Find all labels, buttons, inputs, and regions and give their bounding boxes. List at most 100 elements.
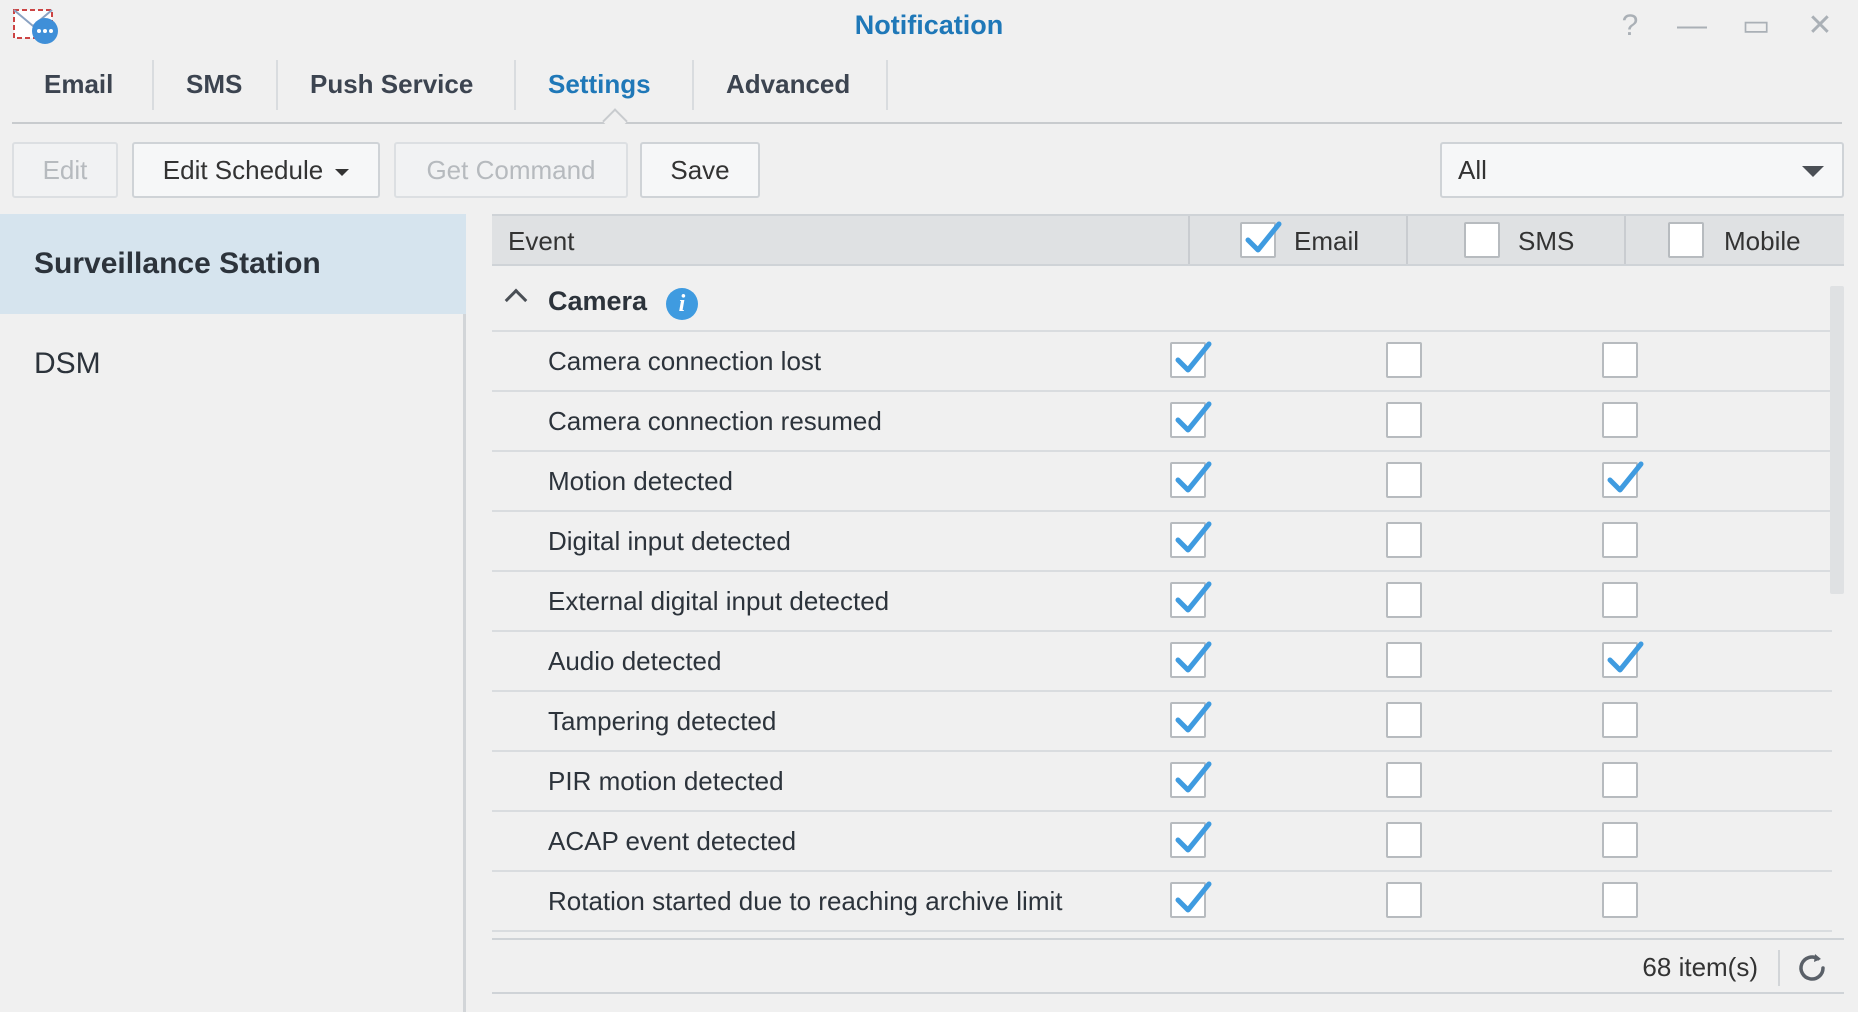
table-row[interactable]: Digital input detected	[492, 512, 1832, 572]
table-row[interactable]: Tampering detected	[492, 692, 1832, 752]
sms-checkbox[interactable]	[1386, 702, 1422, 738]
email-checkbox[interactable]	[1170, 821, 1212, 858]
table-row[interactable]: External digital input detected	[492, 572, 1832, 632]
table-row[interactable]: Motion detected	[492, 452, 1832, 512]
column-divider	[1624, 216, 1626, 264]
info-icon[interactable]: i	[666, 288, 698, 320]
checkmark-icon	[1175, 521, 1212, 553]
sms-checkbox[interactable]	[1386, 822, 1422, 858]
close-icon[interactable]: ✕	[1802, 8, 1838, 44]
email-checkbox[interactable]	[1170, 881, 1212, 918]
tab-email[interactable]: Email	[12, 58, 145, 110]
mobile-checkbox[interactable]	[1602, 641, 1644, 678]
table-row[interactable]: Rotation started due to reaching archive…	[492, 872, 1832, 932]
help-icon[interactable]: ?	[1612, 8, 1648, 44]
filter-select[interactable]: All	[1440, 142, 1844, 198]
mobile-checkbox[interactable]	[1602, 762, 1638, 798]
chevron-up-icon[interactable]	[504, 288, 528, 312]
event-label: Camera connection lost	[548, 346, 822, 376]
table-row[interactable]: Camera connection lost	[492, 332, 1832, 392]
sms-checkbox[interactable]	[1386, 522, 1422, 558]
mobile-checkbox[interactable]	[1602, 402, 1638, 438]
filter-select-value: All	[1458, 154, 1487, 185]
sms-checkbox[interactable]	[1386, 342, 1422, 378]
checkmark-icon	[1607, 641, 1644, 673]
column-divider	[1188, 216, 1190, 264]
event-label: ACAP event detected	[548, 826, 797, 856]
grid-footer: 68 item(s)	[492, 938, 1844, 994]
mobile-checkbox[interactable]	[1602, 582, 1638, 618]
dropdown-arrow-icon	[1802, 166, 1824, 177]
sms-checkbox[interactable]	[1386, 462, 1422, 498]
event-label: Motion detected	[548, 466, 734, 496]
grid-header: Event Email SMS Mobile	[492, 214, 1844, 266]
column-header-event[interactable]: Event	[508, 226, 575, 257]
event-label: External digital input detected	[548, 586, 890, 616]
tab-bar: Email SMS Push Service Settings Advanced	[12, 58, 1842, 134]
refresh-icon[interactable]	[1794, 950, 1830, 986]
column-header-sms: SMS	[1518, 226, 1575, 256]
email-checkbox[interactable]	[1170, 461, 1212, 498]
sms-checkbox[interactable]	[1386, 882, 1422, 918]
mobile-checkbox[interactable]	[1602, 461, 1644, 498]
edit-button[interactable]: Edit	[12, 142, 118, 198]
event-label: Camera connection resumed	[548, 406, 882, 436]
select-all-mobile-checkbox[interactable]	[1668, 222, 1704, 258]
active-tab-indicator	[602, 108, 628, 134]
sidebar-item-surveillance-station[interactable]: Surveillance Station	[0, 214, 466, 314]
sms-checkbox[interactable]	[1386, 402, 1422, 438]
get-command-button[interactable]: Get Command	[394, 142, 628, 198]
email-checkbox[interactable]	[1170, 401, 1212, 438]
column-header-email: Email	[1294, 226, 1360, 256]
checkmark-icon	[1175, 581, 1212, 613]
checkmark-icon	[1175, 881, 1212, 913]
minimize-icon[interactable]: —	[1674, 8, 1710, 44]
tab-push-service[interactable]: Push Service	[278, 58, 505, 110]
checkmark-icon	[1175, 641, 1212, 673]
event-label: Rotation started due to reaching archive…	[548, 886, 1063, 916]
item-count: 68 item(s)	[1642, 952, 1758, 982]
maximize-icon[interactable]: ▭	[1738, 8, 1774, 44]
event-label: Digital input detected	[548, 526, 791, 556]
tab-settings[interactable]: Settings	[516, 58, 683, 110]
sms-checkbox[interactable]	[1386, 762, 1422, 798]
mobile-checkbox[interactable]	[1602, 822, 1638, 858]
sidebar: Surveillance Station DSM	[0, 214, 466, 1012]
event-grid: Camera i Camera connection lost Camera co…	[492, 272, 1844, 932]
checkmark-icon	[1607, 461, 1644, 493]
checkmark-icon	[1175, 461, 1212, 493]
sms-checkbox[interactable]	[1386, 642, 1422, 678]
mobile-checkbox[interactable]	[1602, 882, 1638, 918]
sms-checkbox[interactable]	[1386, 582, 1422, 618]
table-row[interactable]: PIR motion detected	[492, 752, 1832, 812]
checkmark-icon	[1175, 341, 1212, 373]
mobile-checkbox[interactable]	[1602, 702, 1638, 738]
scrollbar[interactable]	[1830, 286, 1844, 594]
event-label: Tampering detected	[548, 706, 777, 736]
group-label: Camera	[548, 286, 648, 316]
tab-advanced[interactable]: Advanced	[694, 58, 882, 110]
tab-sms[interactable]: SMS	[154, 58, 274, 110]
mobile-checkbox[interactable]	[1602, 342, 1638, 378]
email-checkbox[interactable]	[1170, 581, 1212, 618]
email-checkbox[interactable]	[1170, 641, 1212, 678]
edit-schedule-button[interactable]: Edit Schedule	[132, 142, 380, 198]
table-row[interactable]: Camera connection resumed	[492, 392, 1832, 452]
tab-divider	[886, 60, 888, 110]
save-button[interactable]: Save	[640, 142, 760, 198]
email-checkbox[interactable]	[1170, 761, 1212, 798]
email-checkbox[interactable]	[1170, 701, 1212, 738]
select-all-email-checkbox[interactable]	[1240, 221, 1282, 258]
edit-schedule-label: Edit Schedule	[162, 154, 324, 185]
sidebar-item-dsm[interactable]: DSM	[0, 314, 466, 414]
select-all-sms-checkbox[interactable]	[1464, 222, 1500, 258]
caret-down-icon	[335, 168, 350, 176]
group-row-camera: Camera i	[492, 272, 1832, 332]
email-checkbox[interactable]	[1170, 521, 1212, 558]
column-header-mobile: Mobile	[1724, 226, 1801, 256]
checkmark-icon	[1175, 401, 1212, 433]
mobile-checkbox[interactable]	[1602, 522, 1638, 558]
table-row[interactable]: ACAP event detected	[492, 812, 1832, 872]
table-row[interactable]: Audio detected	[492, 632, 1832, 692]
email-checkbox[interactable]	[1170, 341, 1212, 378]
